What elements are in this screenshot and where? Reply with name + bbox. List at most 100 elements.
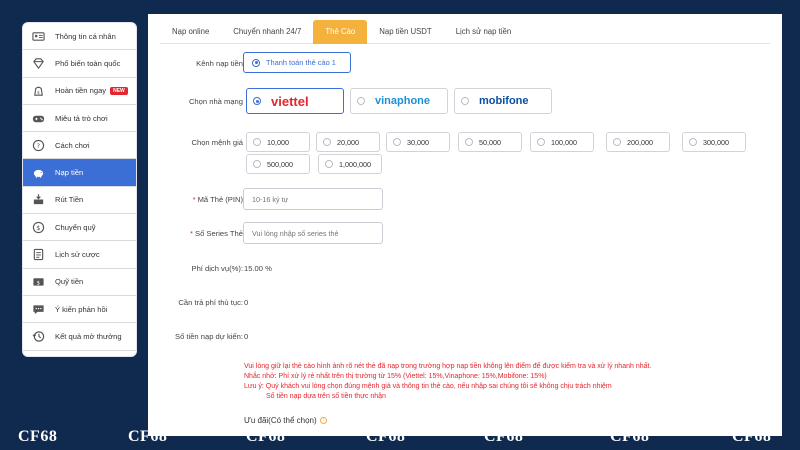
info-icon[interactable]: ! — [319, 417, 327, 424]
watermark: CF68 — [484, 428, 524, 445]
carrier-vinaphone[interactable]: vinaphone — [350, 88, 448, 114]
sidebar-item-label: Cách chơi — [55, 140, 90, 150]
channel-label: Kênh nạp tiền — [196, 59, 243, 68]
id-card-icon — [31, 29, 45, 43]
amount-value: 300,000 — [703, 137, 729, 147]
amount-option[interactable]: 10,000 — [246, 132, 310, 152]
amount-option[interactable]: 20,000 — [316, 132, 380, 152]
radio-icon — [689, 138, 697, 146]
feedback-icon — [31, 302, 45, 316]
note-line: Vui lòng giữ lại thẻ cào hình ảnh rõ nét… — [244, 363, 652, 370]
amount-value: 10,000 — [267, 137, 289, 147]
amount-value: 200,000 — [627, 137, 653, 147]
help-icon: ? — [31, 138, 45, 152]
svg-text:$: $ — [36, 281, 40, 287]
carrier-mobifone[interactable]: mobifone — [454, 88, 552, 114]
amount-option[interactable]: 1,000,000 — [318, 154, 382, 174]
deposit-panel: Nạp online Chuyển nhanh 24/7 Thẻ Cào Nạp… — [148, 14, 782, 436]
tab-fast-transfer[interactable]: Chuyển nhanh 24/7 — [221, 20, 313, 44]
tab-online[interactable]: Nạp online — [160, 20, 221, 44]
amount-value: 100,000 — [551, 137, 577, 147]
amount-option[interactable]: 300,000 — [682, 132, 746, 152]
radio-icon — [253, 138, 261, 146]
amount-option[interactable]: 500,000 — [246, 154, 310, 174]
fee-pay-label: Cần trả phí thủ tục: — [178, 298, 243, 307]
note-line: Số tiền nạp dựa trên số tiền thực nhận — [266, 393, 386, 400]
amount-value: 50,000 — [479, 137, 501, 147]
sidebar-item-label: Thông tin cá nhân — [55, 31, 116, 41]
sidebar-item-label: Kết quả mở thưởng — [55, 331, 122, 341]
radio-icon — [461, 97, 469, 105]
radio-icon — [357, 97, 365, 105]
tab-deposit-history[interactable]: Lịch sử nạp tiền — [444, 20, 524, 44]
amount-value: 500,000 — [267, 159, 293, 169]
radio-icon — [323, 138, 331, 146]
carrier-viettel[interactable]: viettel — [246, 88, 344, 114]
channel-value: Thanh toán thẻ cào 1 — [266, 58, 336, 67]
warning-notes: Vui lòng giữ lại thẻ cào hình ảnh rõ nét… — [244, 362, 651, 402]
amount-value: 20,000 — [337, 137, 359, 147]
sidebar-item-refund[interactable]: $ Hoàn tiền ngay NEW — [23, 78, 136, 105]
tab-usdt[interactable]: Nạp tiền USDT — [367, 20, 443, 44]
note-line: Lưu ý: Quý khách vui lòng chọn đúng mệnh… — [244, 383, 612, 390]
piggy-bank-icon — [31, 166, 45, 180]
sidebar-item-transfer[interactable]: $ Chuyển quỹ — [23, 214, 136, 242]
transfer-coin-icon: $ — [31, 220, 45, 234]
svg-text:$: $ — [36, 224, 40, 232]
sidebar-item-results[interactable]: Kết quả mở thưởng — [23, 323, 136, 351]
sidebar-item-fund[interactable]: $ Quỹ tiền — [23, 269, 136, 296]
radio-icon — [465, 138, 473, 146]
sidebar-item-label: Quỹ tiền — [55, 277, 84, 287]
sidebar-item-deposit[interactable]: Nạp tiền — [23, 159, 136, 187]
gamepad-icon — [31, 111, 45, 125]
channel-option[interactable]: Thanh toán thẻ cào 1 — [243, 52, 351, 73]
new-badge: NEW — [110, 86, 128, 95]
pin-input[interactable] — [243, 188, 383, 210]
amount-option[interactable]: 30,000 — [386, 132, 450, 152]
amount-value: 1,000,000 — [339, 159, 371, 169]
watermark: CF68 — [18, 428, 58, 445]
fee-pay-value: 0 — [244, 298, 249, 307]
expected-value: 0 — [244, 332, 249, 341]
svg-text:?: ? — [36, 142, 39, 150]
sidebar-item-label: Ý kiến phản hồi — [55, 304, 108, 314]
amount-option[interactable]: 50,000 — [458, 132, 522, 152]
mobifone-logo: mobifone — [479, 95, 529, 107]
history-clock-icon — [31, 329, 45, 343]
watermark: CF68 — [732, 428, 772, 445]
viettel-logo: viettel — [271, 93, 309, 109]
serial-input[interactable] — [243, 222, 383, 244]
sidebar-item-game-desc[interactable]: Miêu tả trò chơi — [23, 105, 136, 133]
sidebar-item-label: Lịch sử cược — [55, 250, 100, 260]
sidebar-item-how-to-play[interactable]: ? Cách chơi — [23, 132, 136, 160]
sidebar-item-label: Miêu tả trò chơi — [55, 113, 108, 123]
fee-label: Phí dịch vụ(%): — [191, 264, 244, 273]
sidebar-item-label: Chuyển quỹ — [55, 222, 96, 232]
radio-selected-icon — [253, 97, 261, 105]
sidebar-item-label: Phổ biến toàn quốc — [55, 58, 121, 68]
radio-icon — [325, 160, 333, 168]
sidebar-item-feedback[interactable]: Ý kiến phản hồi — [23, 296, 136, 324]
carrier-label: Chọn nhà mạng — [188, 97, 243, 106]
sidebar-item-withdraw[interactable]: Rút Tiền — [23, 187, 136, 215]
amount-option[interactable]: 200,000 — [606, 132, 670, 152]
amount-label: Chọn mệnh giá — [191, 138, 243, 147]
svg-text:$: $ — [36, 90, 39, 96]
offer-label: Ưu đãi(Có thể chọn) — [244, 416, 317, 425]
bet-history-icon — [31, 248, 45, 262]
tab-scratch-card[interactable]: Thẻ Cào — [313, 20, 368, 44]
sidebar-item-label: Hoàn tiền ngay — [55, 86, 107, 96]
withdraw-icon — [31, 193, 45, 207]
sidebar-item-profile[interactable]: Thông tin cá nhân — [23, 23, 136, 51]
radio-icon — [537, 138, 545, 146]
sidebar-item-national[interactable]: Phổ biến toàn quốc — [23, 50, 136, 78]
offer-section[interactable]: Ưu đãi(Có thể chọn) ! — [244, 416, 327, 425]
sidebar-item-bet-history[interactable]: Lịch sử cược — [23, 241, 136, 269]
sidebar-item-label: Nạp tiền — [55, 168, 84, 178]
amount-value: 30,000 — [407, 137, 429, 147]
vinaphone-logo: vinaphone — [375, 95, 431, 107]
radio-icon — [253, 160, 261, 168]
amount-option[interactable]: 100,000 — [530, 132, 594, 152]
fee-value: 15.00 % — [244, 264, 272, 273]
sidebar-item-label: Rút Tiền — [55, 195, 84, 205]
